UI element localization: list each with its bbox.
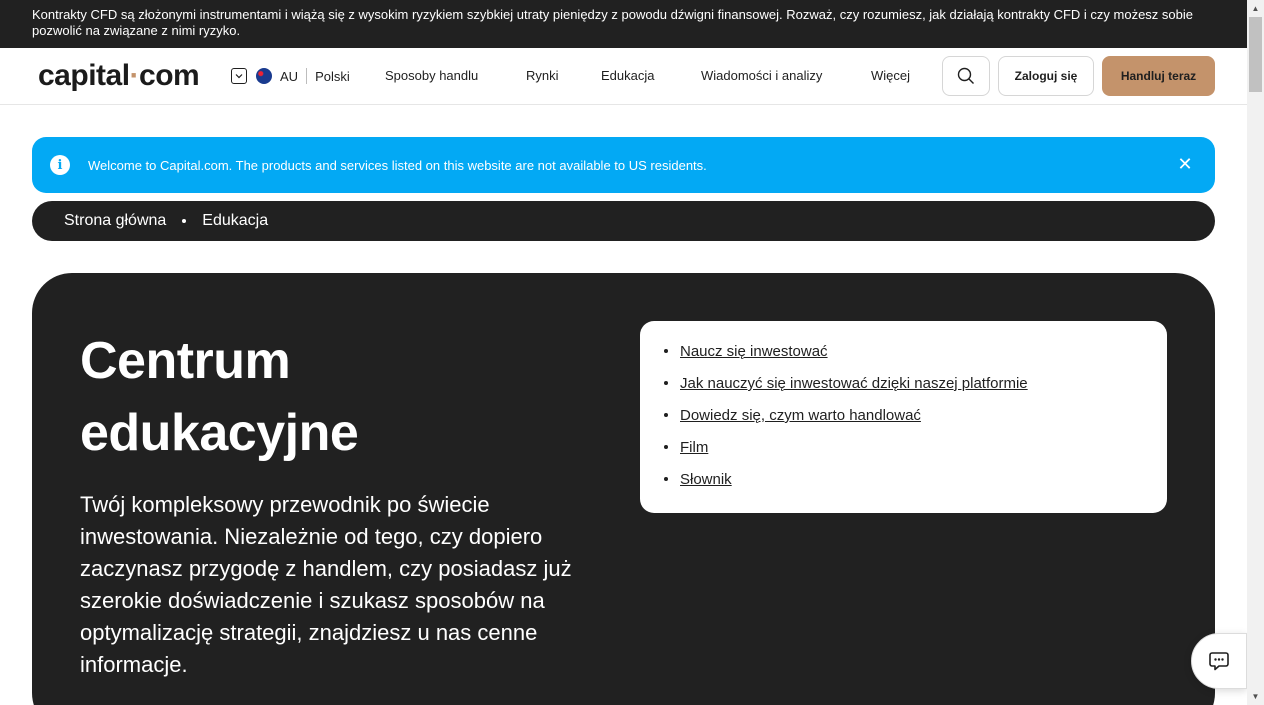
- link-learn-with-platform[interactable]: Jak nauczyć się inwestować dzięki naszej…: [680, 375, 1028, 392]
- breadcrumb-home[interactable]: Strona główna: [64, 212, 166, 230]
- link-film[interactable]: Film: [680, 439, 708, 456]
- locale-selector[interactable]: AU Polski: [231, 67, 350, 85]
- capital-com-logo[interactable]: capital·com: [38, 58, 200, 94]
- nav-wiecej[interactable]: Więcej: [871, 68, 910, 83]
- page-title-line-2: edukacyjne: [80, 404, 359, 462]
- page-title-line-1: Centrum: [80, 332, 291, 390]
- breadcrumb-current: Edukacja: [202, 212, 269, 229]
- search-icon: [957, 67, 974, 84]
- risk-warning-text: Kontrakty CFD są złożonymi instrumentami…: [32, 7, 1193, 38]
- scroll-up-arrow-icon[interactable]: ▲: [1247, 0, 1264, 17]
- nav-rynki[interactable]: Rynki: [526, 68, 559, 83]
- link-what-to-trade[interactable]: Dowiedz się, czym warto handlować: [680, 407, 921, 424]
- site-header: capital·com AU Polski Sposoby handlu Ryn…: [0, 48, 1247, 105]
- risk-warning-bar: Kontrakty CFD są złożonymi instrumentami…: [0, 0, 1247, 48]
- nav-sposoby-handlu[interactable]: Sposoby handlu: [385, 68, 478, 83]
- language-label[interactable]: Polski: [315, 69, 350, 84]
- trade-now-button[interactable]: Handluj teraz: [1102, 56, 1215, 96]
- info-icon: i: [50, 155, 70, 175]
- nav-edukacja[interactable]: Edukacja: [601, 68, 654, 83]
- logo-dot: ·: [129, 59, 140, 92]
- nav-wiadomosci-i-analizy[interactable]: Wiadomości i analizy: [701, 68, 822, 83]
- chevron-down-icon[interactable]: [231, 68, 247, 84]
- link-glossary[interactable]: Słownik: [680, 471, 732, 488]
- region-label: AU: [280, 68, 299, 84]
- breadcrumb: Strona główna Edukacja: [32, 201, 1215, 241]
- search-button[interactable]: [942, 56, 990, 96]
- australia-flag-icon: [256, 68, 272, 84]
- close-icon[interactable]: ✕: [1175, 154, 1195, 174]
- education-links-list: Naucz się inwestować Jak nauczyć się inw…: [664, 341, 1167, 501]
- link-learn-to-invest[interactable]: Naucz się inwestować: [680, 343, 828, 360]
- info-banner-text: Welcome to Capital.com. The products and…: [88, 157, 707, 173]
- logo-tld: com: [139, 59, 200, 92]
- list-item: Naucz się inwestować: [664, 341, 1167, 373]
- page: Kontrakty CFD są złożonymi instrumentami…: [0, 0, 1264, 705]
- scrollbar-thumb[interactable]: [1249, 17, 1262, 92]
- breadcrumb-separator: [182, 219, 187, 223]
- chat-icon: [1209, 652, 1229, 671]
- list-item: Jak nauczyć się inwestować dzięki naszej…: [664, 373, 1167, 405]
- locale-divider: [306, 68, 308, 84]
- list-item: Film: [664, 437, 1167, 469]
- hero-description: Twój kompleksowy przewodnik po świecie i…: [80, 492, 572, 677]
- page-scrollbar[interactable]: ▲ ▼: [1247, 0, 1264, 705]
- list-item: Dowiedz się, czym warto handlować: [664, 405, 1167, 437]
- login-button[interactable]: Zaloguj się: [998, 56, 1094, 96]
- education-hero: Centrum edukacyjne Twój kompleksowy prze…: [32, 273, 1215, 705]
- page-title: Centrum edukacyjne: [80, 325, 600, 469]
- chat-button[interactable]: [1191, 633, 1247, 689]
- education-links-card: Naucz się inwestować Jak nauczyć się inw…: [640, 321, 1167, 513]
- list-item: Słownik: [664, 469, 1167, 501]
- scroll-down-arrow-icon[interactable]: ▼: [1247, 688, 1264, 705]
- us-residents-banner: i Welcome to Capital.com. The products a…: [32, 137, 1215, 193]
- logo-main: capital: [38, 59, 130, 92]
